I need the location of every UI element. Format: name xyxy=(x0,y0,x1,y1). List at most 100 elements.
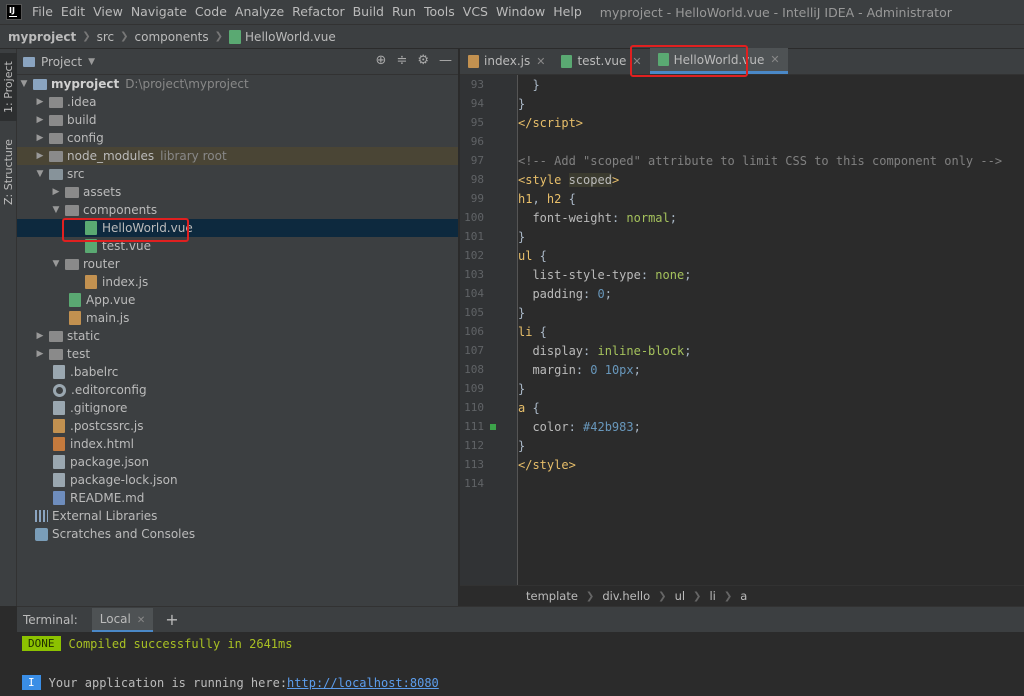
collapsed-arrow-icon[interactable]: ▶ xyxy=(35,151,45,161)
tree-item-label: .postcssrc.js xyxy=(70,419,144,433)
terminal-tab-local[interactable]: Local ✕ xyxy=(91,607,154,632)
tree-item-index-js[interactable]: index.js xyxy=(17,273,458,291)
collapsed-arrow-icon[interactable]: ▶ xyxy=(35,97,45,107)
expand-arrow-icon[interactable]: ▼ xyxy=(19,79,29,89)
menu-refactor[interactable]: Refactor xyxy=(288,0,348,24)
close-icon[interactable]: ✕ xyxy=(536,55,545,68)
tree-item-readme[interactable]: README.md xyxy=(17,489,458,507)
tree-item-static[interactable]: ▶ static xyxy=(17,327,458,345)
tree-item-src[interactable]: ▼ src xyxy=(17,165,458,183)
tree-item-test[interactable]: ▶ test xyxy=(17,345,458,363)
tree-item-config[interactable]: ▶ config xyxy=(17,129,458,147)
tree-item-label: .gitignore xyxy=(70,401,128,415)
tree-item-label: .idea xyxy=(67,95,97,109)
tab-helloworld-vue[interactable]: HelloWorld.vue ✕ xyxy=(649,48,788,74)
tab-index-js[interactable]: index.js ✕ xyxy=(460,48,553,74)
tree-item-label: node_modules xyxy=(67,149,155,163)
tree-item-myproject[interactable]: ▼ myproject D:\project\myproject xyxy=(17,75,458,93)
hide-panel-icon[interactable]: — xyxy=(439,53,452,68)
nav-crumb-components[interactable]: components xyxy=(135,30,209,44)
menu-vcs[interactable]: VCS xyxy=(459,0,492,24)
collapse-all-icon[interactable]: ≑ xyxy=(396,53,407,68)
tree-item-editorconfig[interactable]: .editorconfig xyxy=(17,381,458,399)
tab-test-vue[interactable]: test.vue ✕ xyxy=(553,48,649,74)
html-file-icon xyxy=(53,437,65,451)
chevron-down-icon[interactable]: ▼ xyxy=(88,57,95,67)
expand-arrow-icon[interactable]: ▼ xyxy=(51,205,61,215)
vue-file-icon xyxy=(561,54,573,68)
editor-crumb[interactable]: ul xyxy=(675,589,685,603)
menu-view[interactable]: View xyxy=(89,0,127,24)
tree-item-test-vue[interactable]: test.vue xyxy=(17,237,458,255)
color-swatch-icon[interactable] xyxy=(490,423,496,430)
editor-crumb[interactable]: div.hello xyxy=(602,589,650,603)
line-number: 101 xyxy=(464,230,484,243)
tree-item-label: router xyxy=(83,257,120,271)
tree-item-components[interactable]: ▼ components xyxy=(17,201,458,219)
locate-file-icon[interactable]: ⊕ xyxy=(376,53,387,68)
tree-item-router[interactable]: ▼ router xyxy=(17,255,458,273)
nav-crumb-file[interactable]: HelloWorld.vue xyxy=(245,30,336,44)
localhost-link[interactable]: http://localhost:8080 xyxy=(287,676,439,690)
gear-icon[interactable]: ⚙ xyxy=(417,53,429,68)
code-line: </style> xyxy=(518,457,576,472)
structure-tool-tab[interactable]: Z: Structure xyxy=(0,131,17,213)
collapsed-arrow-icon[interactable]: ▶ xyxy=(35,133,45,143)
tree-item-main-js[interactable]: main.js xyxy=(17,309,458,327)
expand-arrow-icon[interactable]: ▼ xyxy=(51,259,61,269)
collapsed-arrow-icon[interactable]: ▶ xyxy=(35,349,45,359)
navigation-bar: myproject ❯ src ❯ components ❯ HelloWorl… xyxy=(0,24,1024,49)
tree-item-postcssrc[interactable]: .postcssrc.js xyxy=(17,417,458,435)
tree-item-gitignore[interactable]: .gitignore xyxy=(17,399,458,417)
expand-arrow-icon[interactable]: ▼ xyxy=(35,169,45,179)
tree-item-build[interactable]: ▶ build xyxy=(17,111,458,129)
line-number: 114 xyxy=(464,477,484,490)
tree-item-idea[interactable]: ▶ .idea xyxy=(17,93,458,111)
project-tool-tab-label: 1: Project xyxy=(2,61,15,113)
tree-item-assets[interactable]: ▶ assets xyxy=(17,183,458,201)
menu-build[interactable]: Build xyxy=(349,0,388,24)
code-area[interactable]: 93 } 94} 95 </script> 96 97 <!-- Add "scop… xyxy=(460,75,1024,585)
project-tool-tab[interactable]: 1: Project xyxy=(0,53,17,121)
menu-code[interactable]: Code xyxy=(191,0,231,24)
editor-crumb[interactable]: template xyxy=(526,589,578,603)
menu-tools[interactable]: Tools xyxy=(420,0,459,24)
new-terminal-icon[interactable]: + xyxy=(165,610,178,629)
tree-item-package-lock-json[interactable]: package-lock.json xyxy=(17,471,458,489)
tree-item-label: .editorconfig xyxy=(71,383,147,397)
close-icon[interactable]: ✕ xyxy=(632,55,641,68)
js-file-icon xyxy=(468,54,479,68)
menu-help[interactable]: Help xyxy=(549,0,586,24)
tree-item-app-vue[interactable]: App.vue xyxy=(17,291,458,309)
collapsed-arrow-icon[interactable]: ▶ xyxy=(35,331,45,341)
tree-item-external-libraries[interactable]: External Libraries xyxy=(17,507,458,525)
tree-item-index-html[interactable]: index.html xyxy=(17,435,458,453)
menu-run[interactable]: Run xyxy=(388,0,420,24)
line-number: 107 xyxy=(464,344,484,357)
menu-file[interactable]: File xyxy=(28,0,57,24)
menu-edit[interactable]: Edit xyxy=(57,0,89,24)
menu-analyze[interactable]: Analyze xyxy=(231,0,288,24)
editor-crumb[interactable]: li xyxy=(709,589,715,603)
nav-crumb-src[interactable]: src xyxy=(97,30,115,44)
project-view-selector[interactable]: Project xyxy=(41,55,82,69)
editor-crumb[interactable]: a xyxy=(740,589,747,603)
tree-item-helloworld-vue[interactable]: HelloWorld.vue xyxy=(17,219,458,237)
tree-item-label: .babelrc xyxy=(70,365,119,379)
line-number: 98 xyxy=(470,173,484,186)
tree-item-node-modules[interactable]: ▶ node_modules library root xyxy=(17,147,458,165)
close-icon[interactable]: ✕ xyxy=(137,615,145,626)
js-file-icon xyxy=(85,275,97,289)
menu-window[interactable]: Window xyxy=(492,0,549,24)
folder-icon xyxy=(49,150,63,162)
tree-item-babelrc[interactable]: .babelrc xyxy=(17,363,458,381)
collapsed-arrow-icon[interactable]: ▶ xyxy=(51,187,61,197)
menu-navigate[interactable]: Navigate xyxy=(127,0,191,24)
collapsed-arrow-icon[interactable]: ▶ xyxy=(35,115,45,125)
code-line: font-weight: normal; xyxy=(532,210,677,225)
nav-crumb-project[interactable]: myproject xyxy=(8,30,76,44)
close-icon[interactable]: ✕ xyxy=(770,53,779,66)
tree-item-scratches[interactable]: Scratches and Consoles xyxy=(17,525,458,543)
line-number: 106 xyxy=(464,325,484,338)
tree-item-package-json[interactable]: package.json xyxy=(17,453,458,471)
